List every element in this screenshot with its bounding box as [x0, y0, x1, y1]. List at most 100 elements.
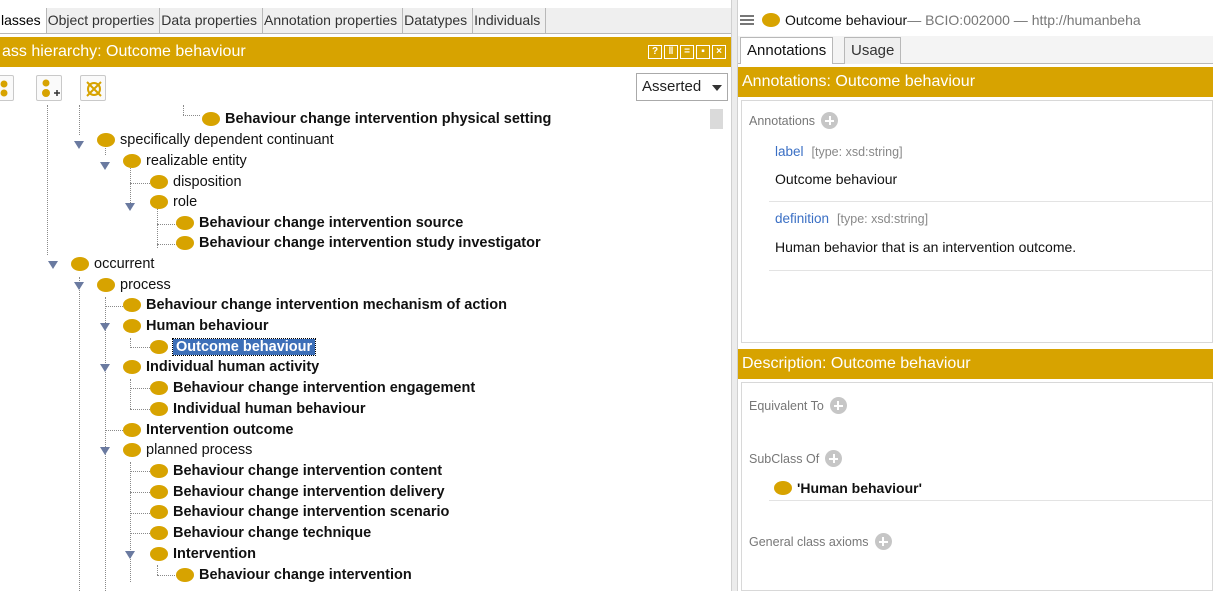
- class-hierarchy-pane: lasses Object properties Data properties An…: [0, 0, 731, 591]
- tree-node[interactable]: Intervention outcome: [123, 420, 293, 440]
- annotation-property-name: label: [775, 144, 804, 159]
- tab-object-properties[interactable]: Object properties: [43, 8, 161, 33]
- tree-connector: [130, 379, 131, 409]
- class-icon: [176, 568, 194, 582]
- class-icon: [150, 195, 168, 209]
- entity-title-bar: Outcome behaviour — BCIO:002000 — http:/…: [740, 10, 1210, 30]
- tree-node-label: occurrent: [94, 256, 155, 272]
- class-icon: [97, 133, 115, 147]
- tree-connector: [130, 388, 152, 389]
- class-icon: [123, 298, 141, 312]
- tree-node[interactable]: Behaviour change intervention content: [150, 461, 442, 481]
- tree-node[interactable]: specifically dependent continuant: [97, 130, 334, 150]
- class-icon: [97, 278, 115, 292]
- expand-toggle-icon[interactable]: [100, 323, 110, 331]
- expand-toggle-icon[interactable]: [125, 203, 135, 211]
- tree-connector: [130, 409, 152, 410]
- tree-node-selected[interactable]: Outcome behaviour: [150, 337, 317, 357]
- tab-usage[interactable]: Usage: [844, 37, 902, 64]
- expand-toggle-icon[interactable]: [100, 364, 110, 372]
- add-sibling-icon: [42, 79, 60, 97]
- tree-node[interactable]: Behaviour change intervention: [176, 565, 412, 585]
- tree-connector: [157, 224, 177, 225]
- tree-node[interactable]: Behaviour change intervention scenario: [150, 502, 449, 522]
- expand-toggle-icon[interactable]: [74, 141, 84, 149]
- annotation-property[interactable]: label [type: xsd:string]: [775, 144, 903, 159]
- tree-node[interactable]: occurrent: [71, 254, 154, 274]
- add-equivalent-icon[interactable]: [829, 397, 847, 414]
- expand-toggle-icon[interactable]: [48, 261, 58, 269]
- tree-node[interactable]: disposition: [150, 172, 242, 192]
- tree-scrollbar[interactable]: [710, 105, 724, 591]
- class-icon: [150, 175, 168, 189]
- class-icon: [150, 464, 168, 478]
- tree-node[interactable]: process: [97, 275, 171, 295]
- tree-node-label: Behaviour change intervention study inve…: [199, 235, 541, 251]
- tree-node[interactable]: role: [150, 192, 197, 212]
- tree-node-label: planned process: [146, 442, 253, 458]
- menu-icon[interactable]: [740, 13, 754, 27]
- tree-node-label: role: [173, 194, 198, 210]
- tree-connector: [130, 492, 152, 493]
- expand-toggle-icon[interactable]: [100, 162, 110, 170]
- expand-toggle-icon[interactable]: [100, 447, 110, 455]
- tab-classes[interactable]: lasses: [0, 8, 47, 33]
- tree-node[interactable]: Behaviour change intervention source: [176, 213, 463, 233]
- tree-node[interactable]: Intervention: [150, 544, 256, 564]
- annotations-header: Annotations: [749, 112, 839, 129]
- tab-individuals[interactable]: Individuals: [469, 8, 547, 33]
- tree-node[interactable]: Behaviour change technique: [150, 523, 371, 543]
- class-icon: [123, 423, 141, 437]
- tree-node-label: specifically dependent continuant: [120, 132, 334, 148]
- tree-node[interactable]: Behaviour change intervention delivery: [150, 482, 445, 502]
- delete-class-button[interactable]: [80, 75, 106, 101]
- tree-node[interactable]: planned process: [123, 440, 252, 460]
- split-horizontal-icon[interactable]: =: [680, 45, 694, 59]
- expand-toggle-icon[interactable]: [125, 551, 135, 559]
- close-icon[interactable]: ×: [712, 45, 726, 59]
- maximize-icon[interactable]: ▪: [696, 45, 710, 59]
- scrollbar-thumb[interactable]: [710, 109, 723, 129]
- tab-datatypes[interactable]: Datatypes: [399, 8, 474, 33]
- class-icon: [150, 402, 168, 416]
- tree-node[interactable]: Human behaviour: [123, 316, 268, 336]
- add-annotation-icon[interactable]: [821, 112, 839, 129]
- tab-data-properties[interactable]: Data properties: [156, 8, 264, 33]
- tree-connector: [130, 347, 152, 348]
- tree-connector: [130, 183, 152, 184]
- annotation-value: Outcome behaviour: [775, 171, 898, 187]
- class-icon: [123, 443, 141, 457]
- tree-node[interactable]: Behaviour change intervention mechanism …: [123, 295, 507, 315]
- tree-connector: [157, 565, 158, 575]
- add-superclass-icon[interactable]: [825, 450, 843, 467]
- add-sibling-button[interactable]: [36, 75, 62, 101]
- tree-node[interactable]: Behaviour change intervention physical s…: [202, 109, 551, 129]
- tab-annotation-properties[interactable]: Annotation properties: [259, 8, 404, 33]
- class-hierarchy-title: ass hierarchy: Outcome behaviour: [2, 43, 246, 60]
- tree-connector: [130, 513, 152, 514]
- add-subclass-icon: [0, 80, 8, 97]
- tree-node[interactable]: Individual human activity: [123, 357, 319, 377]
- tree-node-label: process: [120, 277, 171, 293]
- restore-icon[interactable]: ?: [648, 45, 662, 59]
- tree-node[interactable]: Individual human behaviour: [150, 399, 366, 419]
- add-axiom-icon[interactable]: [874, 533, 892, 550]
- tree-node[interactable]: Behaviour change intervention engagement: [150, 378, 475, 398]
- add-subclass-button[interactable]: [0, 75, 14, 101]
- hierarchy-view-select[interactable]: Asserted: [636, 73, 728, 101]
- subclass-of-label: SubClass Of: [749, 451, 820, 466]
- tree-node-label: Intervention outcome: [146, 422, 294, 438]
- annotation-property[interactable]: definition [type: xsd:string]: [775, 211, 928, 226]
- class-icon: [123, 319, 141, 333]
- subclass-of-header: SubClass Of: [749, 450, 843, 467]
- divider: [769, 270, 1213, 271]
- split-vertical-icon[interactable]: ‖: [664, 45, 678, 59]
- tree-node[interactable]: Behaviour change intervention study inve…: [176, 233, 541, 253]
- pane-splitter[interactable]: [731, 0, 738, 591]
- tab-annotations[interactable]: Annotations: [740, 37, 834, 64]
- tree-node-label: Behaviour change intervention content: [173, 463, 443, 479]
- entity-iri: — BCIO:002000 — http://humanbeha: [907, 12, 1141, 28]
- expand-toggle-icon[interactable]: [74, 282, 84, 290]
- superclass-item[interactable]: 'Human behaviour': [774, 480, 922, 496]
- tree-node[interactable]: realizable entity: [123, 151, 247, 171]
